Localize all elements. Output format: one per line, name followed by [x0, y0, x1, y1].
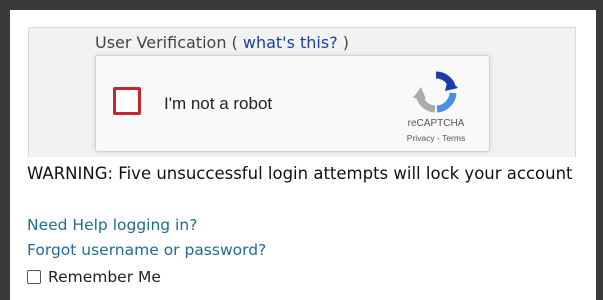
recaptcha-logo-icon	[413, 71, 458, 113]
remember-me-row[interactable]: Remember Me	[27, 268, 161, 286]
not-a-robot-checkbox[interactable]	[113, 87, 141, 115]
recaptcha-logo-arrow-grey	[413, 87, 426, 99]
verification-heading: User Verification ( what's this? )	[95, 33, 349, 52]
verification-heading-suffix: )	[337, 33, 350, 52]
not-a-robot-label: I'm not a robot	[164, 94, 273, 113]
recaptcha-logo-arc-light	[436, 92, 457, 113]
remember-me-label: Remember Me	[48, 268, 161, 286]
recaptcha-widget: I'm not a robot reCAPTCHA Privacy - Term…	[95, 55, 490, 152]
recaptcha-brand: reCAPTCHA	[407, 118, 465, 129]
whats-this-link[interactable]: what's this?	[243, 33, 338, 52]
recaptcha-legal[interactable]: Privacy - Terms	[386, 133, 486, 143]
verification-heading-prefix: User Verification (	[95, 33, 243, 52]
lockout-warning: WARNING: Five unsuccessful login attempt…	[27, 164, 573, 183]
remember-me-checkbox[interactable]	[27, 270, 41, 284]
forgot-credentials-link[interactable]: Forgot username or password?	[27, 241, 266, 259]
need-help-link[interactable]: Need Help logging in?	[27, 216, 197, 234]
